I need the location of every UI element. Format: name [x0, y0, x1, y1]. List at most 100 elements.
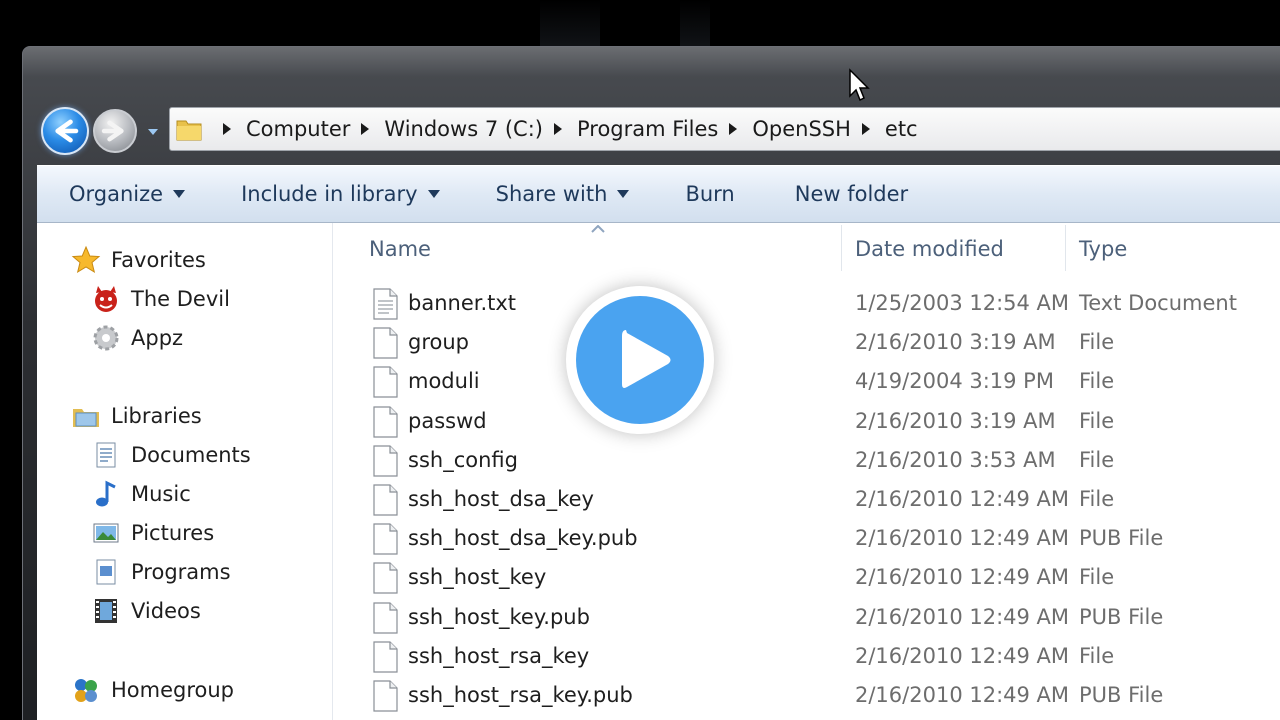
file-icon	[373, 601, 398, 634]
breadcrumb-item[interactable]: etc	[851, 117, 918, 141]
file-icon	[373, 523, 398, 555]
file-type: Text Document	[1079, 291, 1237, 315]
share-with-menu[interactable]: Share with	[456, 166, 646, 222]
file-row[interactable]: ssh_host_dsa_key 2/16/2010 12:49 AM File	[333, 481, 1280, 520]
nav-item-videos[interactable]: Videos	[91, 596, 201, 626]
file-row[interactable]: ssh_host_rsa_key 2/16/2010 12:49 AM File	[333, 638, 1280, 677]
file-date-modified: 2/16/2010 3:19 AM	[855, 408, 1056, 433]
forward-arrow-icon	[101, 120, 124, 142]
breadcrumb-label: etc	[884, 117, 918, 141]
nav-homegroup[interactable]: Homegroup	[71, 675, 234, 705]
nav-item-the-devil[interactable]: The Devil	[91, 284, 230, 314]
file-name: ssh_host_rsa_key	[408, 643, 590, 668]
file-name: moduli	[408, 369, 480, 394]
file-icon	[373, 445, 398, 477]
play-button[interactable]	[566, 286, 714, 434]
back-button[interactable]	[41, 107, 89, 155]
breadcrumb-item[interactable]: Windows 7 (C:)	[350, 117, 543, 141]
breadcrumb-item[interactable]: Program Files	[543, 117, 718, 141]
include-in-library-menu[interactable]: Include in library	[201, 166, 456, 222]
file-type: File	[1079, 565, 1115, 590]
nav-item-music[interactable]: Music	[91, 479, 191, 509]
column-header-name[interactable]: Name	[369, 223, 839, 275]
new-folder-label: New folder	[794, 182, 909, 206]
file-name: banner.txt	[408, 291, 517, 315]
breadcrumb-item[interactable]: OpenSSH	[718, 117, 851, 141]
back-arrow-icon	[55, 119, 79, 143]
column-header-name-label: Name	[369, 237, 431, 261]
file-date-modified: 2/16/2010 12:49 AM	[855, 643, 1070, 668]
nav-item-label: Documents	[131, 443, 251, 467]
recent-pages-button[interactable]	[147, 127, 159, 137]
include-in-library-label: Include in library	[241, 182, 418, 206]
file-name: group	[408, 330, 469, 355]
file-row[interactable]: ssh_host_rsa_key.pub 2/16/2010 12:49 AM PU…	[333, 677, 1280, 716]
nav-item-label: Appz	[131, 326, 184, 350]
nav-homegroup-label: Homegroup	[111, 678, 235, 702]
share-with-label: Share with	[495, 182, 608, 206]
file-date-modified: 2/16/2010 3:53 AM	[855, 447, 1056, 472]
file-name: ssh_config	[408, 447, 518, 472]
chevron-down-icon	[617, 190, 630, 198]
file-type: File	[1079, 487, 1115, 511]
file-list: Name Date modified Type banner.txt 1/25/2…	[333, 223, 1280, 720]
nav-item-documents[interactable]: Documents	[91, 440, 251, 470]
burn-button[interactable]: Burn	[645, 166, 750, 222]
nav-item-label: The Devil	[131, 287, 230, 311]
chevron-right-icon[interactable]	[216, 118, 238, 140]
file-row[interactable]: banner.txt 1/25/2003 12:54 AM Text Documen…	[333, 285, 1280, 324]
column-divider[interactable]	[1065, 225, 1066, 271]
file-name: ssh_host_key	[408, 565, 547, 590]
breadcrumb-item[interactable]: Computer	[212, 117, 350, 141]
nav-favorites[interactable]: Favorites	[71, 245, 206, 275]
homegroup-icon	[71, 675, 101, 705]
file-date-modified: 1/25/2003 12:54 AM	[855, 291, 1070, 315]
address-bar[interactable]: Computer Windows 7 (C:) Program Files OpenS…	[169, 107, 1280, 151]
nav-item-pictures[interactable]: Pictures	[91, 518, 214, 548]
column-header-date-modified[interactable]: Date modified	[855, 223, 1065, 275]
chevron-right-icon[interactable]	[855, 118, 877, 140]
file-row[interactable]: moduli 4/19/2004 3:19 PM File	[333, 363, 1280, 402]
program-icon	[91, 557, 121, 587]
file-date-modified: 2/16/2010 12:49 AM	[855, 565, 1070, 590]
column-header-type[interactable]: Type	[1079, 223, 1280, 275]
nav-item-appz[interactable]: Appz	[91, 323, 183, 353]
column-divider[interactable]	[841, 225, 842, 271]
nav-libraries-label: Libraries	[111, 404, 202, 428]
file-name: ssh_host_dsa_key	[408, 487, 594, 511]
file-row[interactable]: passwd 2/16/2010 3:19 AM File	[333, 403, 1280, 442]
chevron-right-icon[interactable]	[547, 118, 569, 140]
file-date-modified: 2/16/2010 12:49 AM	[855, 487, 1070, 511]
breadcrumb-label: Program Files	[576, 117, 719, 141]
file-row[interactable]: ssh_config 2/16/2010 3:53 AM File	[333, 442, 1280, 481]
play-icon	[622, 330, 671, 388]
nav-favorites-label: Favorites	[111, 248, 206, 272]
file-icon	[373, 366, 398, 398]
file-name: ssh_host_rsa_key.pub	[408, 683, 633, 707]
nav-item-label: Programs	[131, 560, 231, 584]
organize-label: Organize	[69, 182, 164, 206]
column-header-date-label: Date modified	[855, 237, 1004, 261]
file-type: File	[1079, 447, 1115, 472]
devil-icon	[91, 284, 121, 314]
file-type: PUB File	[1079, 683, 1164, 707]
chevron-right-icon[interactable]	[354, 118, 376, 140]
folder-icon	[176, 120, 202, 141]
file-row[interactable]: ssh_host_dsa_key.pub 2/16/2010 12:49 AM PU…	[333, 520, 1280, 559]
file-date-modified: 2/16/2010 3:19 AM	[855, 330, 1056, 355]
file-name: ssh_host_key.pub	[408, 604, 590, 629]
file-type: File	[1079, 369, 1115, 394]
file-type: PUB File	[1079, 526, 1164, 551]
file-row[interactable]: ssh_host_key.pub 2/16/2010 12:49 AM PUB Fi…	[333, 599, 1280, 638]
nav-item-programs[interactable]: Programs	[91, 557, 231, 587]
forward-button[interactable]	[93, 109, 137, 153]
chevron-right-icon[interactable]	[722, 118, 744, 140]
file-icon	[373, 562, 398, 594]
file-row[interactable]: group 2/16/2010 3:19 AM File	[333, 324, 1280, 363]
film-icon	[91, 596, 121, 626]
file-row[interactable]: ssh_host_key 2/16/2010 12:49 AM File	[333, 559, 1280, 598]
new-folder-button[interactable]: New folder	[751, 166, 924, 222]
nav-libraries[interactable]: Libraries	[71, 401, 202, 431]
file-type: File	[1079, 643, 1115, 668]
organize-menu[interactable]: Organize	[37, 166, 201, 222]
